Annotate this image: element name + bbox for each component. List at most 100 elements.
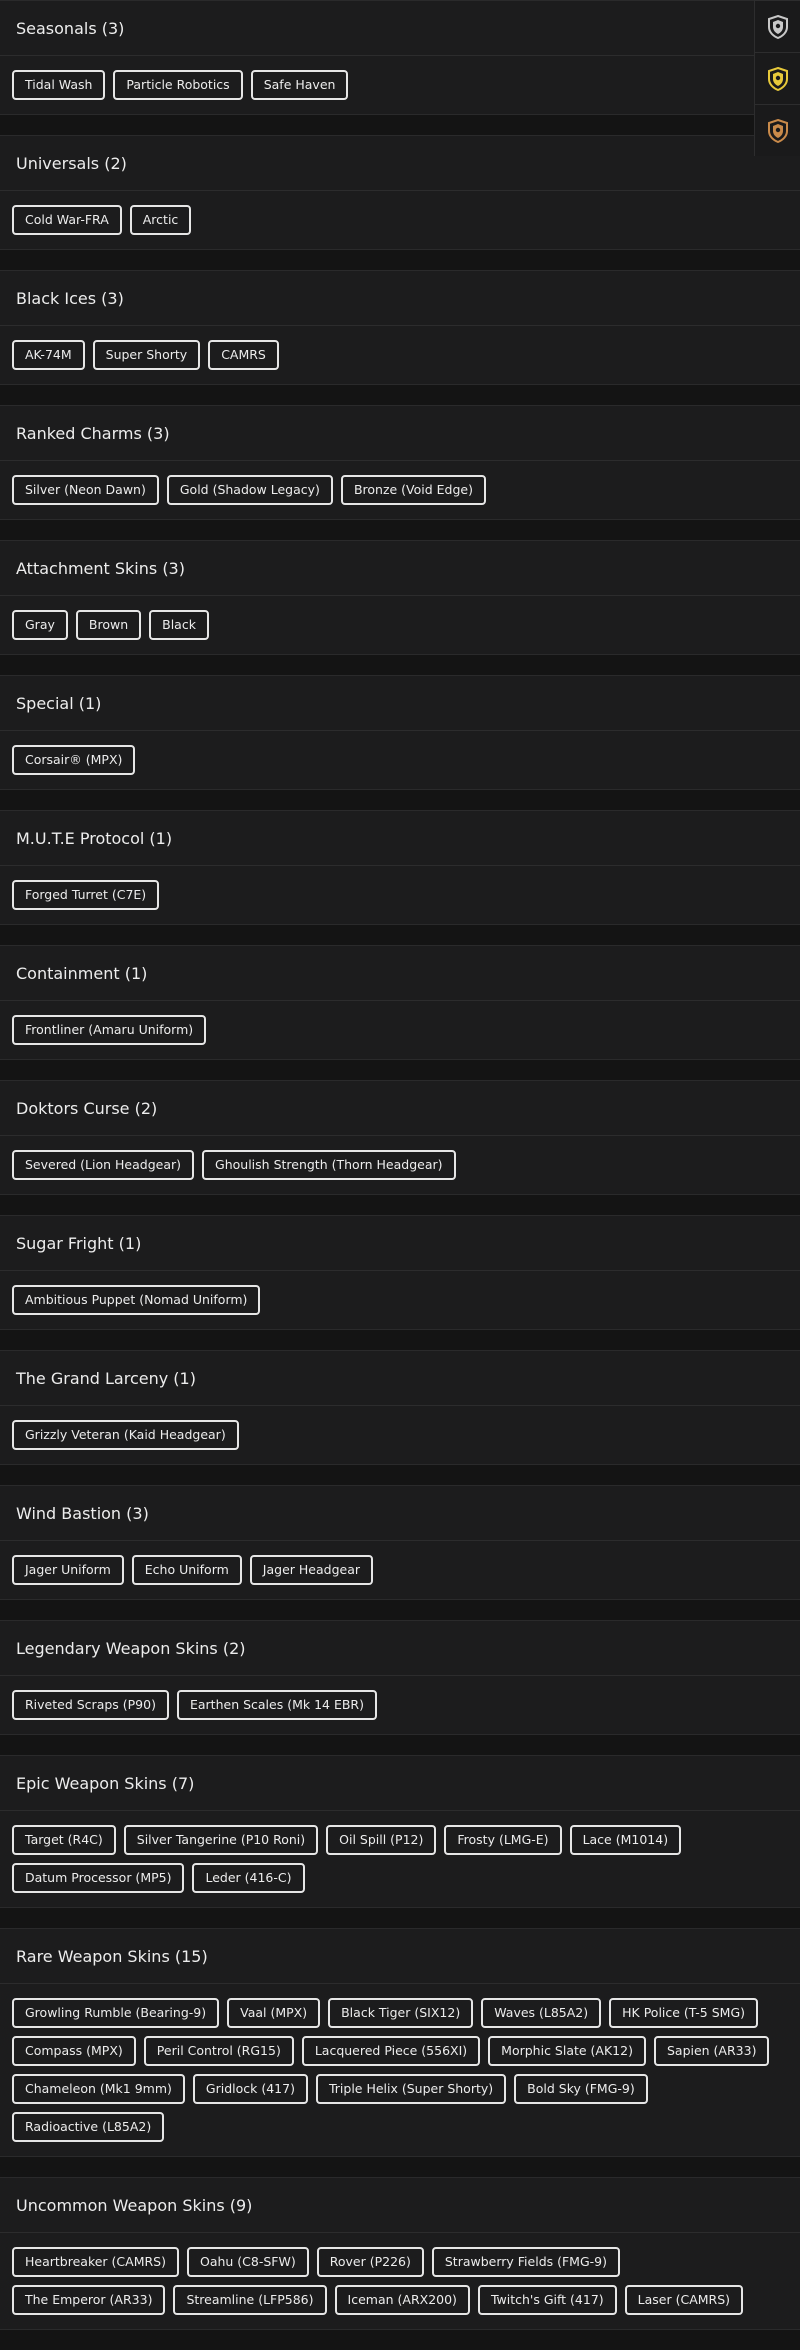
item-tag[interactable]: Oil Spill (P12) [326,1825,437,1855]
item-tag[interactable]: Twitch's Gift (417) [477,2285,617,2315]
item-tag[interactable]: Arctic [129,205,192,235]
item-tag[interactable]: Leder (416-C) [192,1863,305,1893]
item-tag[interactable]: Iceman (ARX200) [334,2285,470,2315]
section-legendary-weapon-skins: Legendary Weapon Skins (2) Riveted Scraps… [0,1620,800,1735]
item-tag[interactable]: Jager Uniform [12,1555,124,1585]
section-header: Wind Bastion (3) [0,1486,800,1541]
item-tag[interactable]: Bold Sky (FMG-9) [514,2074,648,2104]
item-tag[interactable]: Heartbreaker (CAMRS) [12,2247,179,2277]
section-header: Seasonals (3) [0,1,800,56]
item-tag[interactable]: Black Tiger (SIX12) [328,1998,474,2028]
item-tag[interactable]: Jager Headgear [249,1555,373,1585]
section-sugar-fright: Sugar Fright (1) Ambitious Puppet (Nomad … [0,1215,800,1330]
rank-badge-button[interactable] [754,0,800,52]
tag-list: Riveted Scraps (P90) Earthen Scales (Mk 1… [0,1676,800,1734]
section-title: Doktors Curse (2) [16,1098,158,1118]
section-title: Black Ices (3) [16,288,124,308]
item-tag[interactable]: Streamline (LFP586) [173,2285,327,2315]
section-header: Ranked Charms (3) [0,406,800,461]
rank-badge-button[interactable] [754,104,800,156]
item-tag[interactable]: Chameleon (Mk1 9mm) [12,2074,185,2104]
item-tag[interactable]: HK Police (T-5 SMG) [609,1998,759,2028]
rank-badge-rail [754,0,800,156]
item-tag[interactable]: AK-74M [12,340,85,370]
section-header: Universals (2) [0,136,800,191]
section-header: Containment (1) [0,946,800,1001]
section-containment: Containment (1) Frontliner (Amaru Uniform… [0,945,800,1060]
item-tag[interactable]: Safe Haven [250,70,349,100]
section-header: Sugar Fright (1) [0,1216,800,1271]
item-tag[interactable]: The Emperor (AR33) [12,2285,166,2315]
section-title: Legendary Weapon Skins (2) [16,1638,246,1658]
item-tag[interactable]: Gray [12,610,68,640]
item-tag[interactable]: Corsair® (MPX) [12,745,136,775]
item-tag[interactable]: Peril Control (RG15) [143,2036,294,2066]
item-tag[interactable]: Radioactive (L85A2) [12,2112,165,2142]
item-tag[interactable]: Triple Helix (Super Shorty) [315,2074,507,2104]
section-header: Black Ices (3) [0,271,800,326]
bronze-rank-badge-icon [767,118,788,143]
item-tag[interactable]: Laser (CAMRS) [624,2285,744,2315]
item-tag[interactable]: Earthen Scales (Mk 14 EBR) [176,1690,377,1720]
item-tag[interactable]: Vaal (MPX) [227,1998,321,2028]
item-tag[interactable]: Compass (MPX) [12,2036,136,2066]
section-title: Uncommon Weapon Skins (9) [16,2195,253,2215]
item-tag[interactable]: CAMRS [208,340,279,370]
item-tag[interactable]: Riveted Scraps (P90) [12,1690,169,1720]
item-tag[interactable]: Datum Processor (MP5) [12,1863,185,1893]
item-tag[interactable]: Frosty (LMG-E) [444,1825,562,1855]
item-tag[interactable]: Super Shorty [92,340,201,370]
item-tag[interactable]: Severed (Lion Headgear) [12,1150,195,1180]
section-title: Rare Weapon Skins (15) [16,1946,208,1966]
item-tag[interactable]: Silver Tangerine (P10 Roni) [123,1825,319,1855]
section-attachment-skins: Attachment Skins (3) Gray Brown Black [0,540,800,655]
item-tag[interactable]: Lacquered Piece (556XI) [301,2036,481,2066]
item-tag[interactable]: Strawberry Fields (FMG-9) [431,2247,620,2277]
section-title: Ranked Charms (3) [16,423,170,443]
item-tag[interactable]: Echo Uniform [131,1555,242,1585]
tag-list: Gray Brown Black [0,596,800,654]
item-tag[interactable]: Frontliner (Amaru Uniform) [12,1015,207,1045]
tag-list: Corsair® (MPX) [0,731,800,789]
section-header: Doktors Curse (2) [0,1081,800,1136]
item-tag[interactable]: Silver (Neon Dawn) [12,475,159,505]
tag-list: Ambitious Puppet (Nomad Uniform) [0,1271,800,1329]
item-tag[interactable]: Bronze (Void Edge) [340,475,486,505]
section-epic-weapon-skins: Epic Weapon Skins (7) Target (R4C) Silver … [0,1755,800,1908]
tag-list: Growling Rumble (Bearing-9) Vaal (MPX) Bla… [0,1984,800,2156]
item-tag[interactable]: Cold War-FRA [12,205,122,235]
section-seasonals: Seasonals (3) Tidal Wash Particle Robotics… [0,0,800,115]
gold-rank-badge-icon [767,66,788,91]
section-title: Epic Weapon Skins (7) [16,1773,195,1793]
item-tag[interactable]: Black [149,610,209,640]
item-tag[interactable]: Particle Robotics [113,70,243,100]
item-tag[interactable]: Target (R4C) [12,1825,116,1855]
section-title: Sugar Fright (1) [16,1233,142,1253]
section-uncommon-weapon-skins: Uncommon Weapon Skins (9) Heartbreaker (C… [0,2177,800,2330]
item-tag[interactable]: Ghoulish Strength (Thorn Headgear) [202,1150,456,1180]
item-tag[interactable]: Grizzly Veteran (Kaid Headgear) [12,1420,239,1450]
item-tag[interactable]: Gridlock (417) [192,2074,308,2104]
item-tag[interactable]: Tidal Wash [12,70,106,100]
item-tag[interactable]: Morphic Slate (AK12) [488,2036,646,2066]
collection-list: Seasonals (3) Tidal Wash Particle Robotics… [0,0,800,2350]
item-tag[interactable]: Ambitious Puppet (Nomad Uniform) [12,1285,261,1315]
item-tag[interactable]: Waves (L85A2) [481,1998,602,2028]
section-header: Epic Weapon Skins (7) [0,1756,800,1811]
item-tag[interactable]: Lace (M1014) [569,1825,682,1855]
item-tag[interactable]: Oahu (C8-SFW) [186,2247,309,2277]
tag-list: Cold War-FRA Arctic [0,191,800,249]
item-tag[interactable]: Sapien (AR33) [653,2036,770,2066]
tag-list: Jager Uniform Echo Uniform Jager Headgear [0,1541,800,1599]
section-ranked-charms: Ranked Charms (3) Silver (Neon Dawn) Gold … [0,405,800,520]
item-tag[interactable]: Gold (Shadow Legacy) [166,475,333,505]
section-special: Special (1) Corsair® (MPX) [0,675,800,790]
item-tag[interactable]: Growling Rumble (Bearing-9) [12,1998,220,2028]
section-header: Rare Weapon Skins (15) [0,1929,800,1984]
tag-list: Grizzly Veteran (Kaid Headgear) [0,1406,800,1464]
item-tag[interactable]: Forged Turret (C7E) [12,880,160,910]
item-tag[interactable]: Brown [75,610,142,640]
section-black-ices: Black Ices (3) AK-74M Super Shorty CAMRS [0,270,800,385]
rank-badge-button[interactable] [754,52,800,104]
item-tag[interactable]: Rover (P226) [316,2247,424,2277]
